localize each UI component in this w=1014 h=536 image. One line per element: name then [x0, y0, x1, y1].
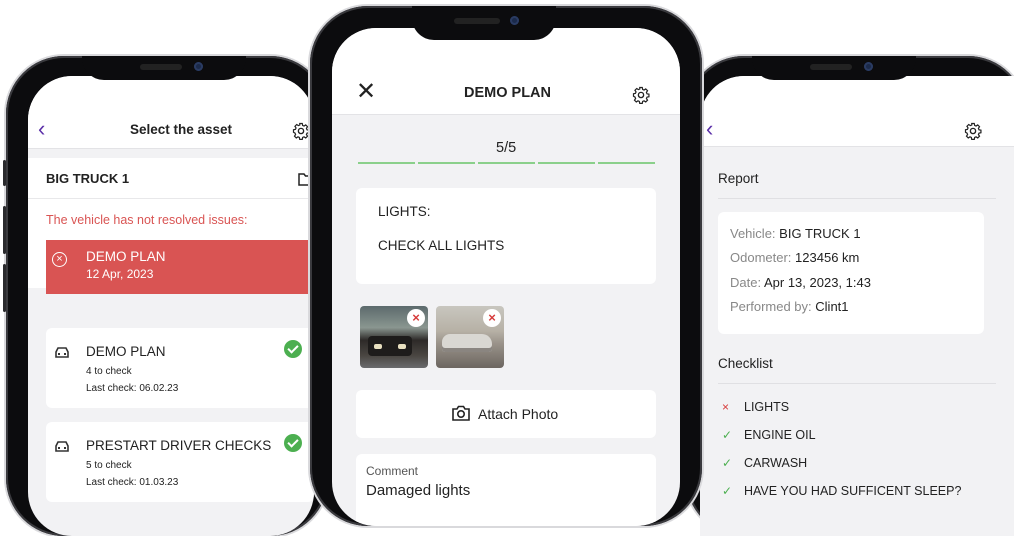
progress-segment	[478, 162, 535, 164]
asset-name: BIG TRUCK 1	[46, 171, 130, 186]
middle-screen: ✕ DEMO PLAN 5/5 LIGHTS: CHECK ALL LIGHTS…	[332, 28, 680, 526]
notch	[412, 6, 556, 40]
date-label: Date:	[730, 275, 762, 290]
speaker	[140, 64, 182, 70]
car-icon	[55, 441, 69, 452]
remove-photo-icon[interactable]: ×	[483, 309, 501, 327]
checklist-item: LIGHTS	[744, 400, 790, 414]
check-circle-icon	[284, 340, 302, 358]
attach-photo-button[interactable]: Attach Photo	[356, 390, 656, 438]
volume-up-button	[3, 206, 6, 254]
vehicle-row: Vehicle: BIG TRUCK 1	[730, 226, 861, 241]
check-circle-icon	[284, 434, 302, 452]
checklist-item: ENGINE OIL	[744, 428, 816, 442]
middle-phone: ✕ DEMO PLAN 5/5 LIGHTS: CHECK ALL LIGHTS…	[310, 6, 702, 526]
progress-segment	[598, 162, 655, 164]
plan-title: PRESTART DRIVER CHECKS	[86, 438, 272, 453]
error-circle-icon: ×	[52, 252, 67, 267]
report-title: Report	[718, 171, 759, 186]
plan-title: DEMO PLAN	[464, 85, 551, 101]
issue-card[interactable]: × DEMO PLAN 12 Apr, 2023	[46, 240, 314, 294]
left-phone: ‹ Select the asset BIG TRUCK 1 The vehic…	[3, 56, 328, 536]
headlight	[398, 344, 406, 349]
report-card: Vehicle: BIG TRUCK 1 Odometer: 123456 km…	[718, 212, 984, 334]
camera-icon	[452, 405, 470, 421]
plan-count: 4 to check	[86, 366, 132, 377]
progress-segment	[358, 162, 415, 164]
asset-header: ‹ Select the asset	[28, 76, 314, 149]
plan-count: 5 to check	[86, 460, 132, 471]
close-icon[interactable]: ✕	[356, 80, 376, 104]
progress-segment	[418, 162, 475, 164]
headlight	[374, 344, 382, 349]
divider	[718, 198, 996, 199]
camera-lens	[864, 62, 873, 71]
remove-photo-icon[interactable]: ×	[407, 309, 425, 327]
speaker	[454, 18, 500, 24]
report-header: ‹	[700, 76, 1014, 147]
gear-icon[interactable]	[292, 122, 310, 140]
comment-value: Damaged lights	[366, 482, 471, 499]
checklist-item: CARWASH	[744, 456, 808, 470]
notch	[752, 56, 916, 80]
question-text: CHECK ALL LIGHTS	[378, 238, 505, 253]
back-chevron-icon[interactable]: ‹	[706, 116, 713, 142]
camera-lens	[194, 62, 203, 71]
back-chevron-icon[interactable]: ‹	[38, 116, 45, 142]
checklist-item: HAVE YOU HAD SUFFICENT SLEEP?	[744, 484, 962, 498]
question-title: LIGHTS:	[378, 204, 431, 219]
odometer-value: 123456 km	[795, 250, 860, 265]
divider	[718, 383, 996, 384]
issues-label: The vehicle has not resolved issues:	[46, 213, 248, 227]
right-screen: ‹ Report Vehicle: BIG TRUCK 1 Odometer: …	[700, 76, 1014, 536]
asset-panel: BIG TRUCK 1 The vehicle has not resolved…	[28, 158, 314, 294]
header-title: Select the asset	[130, 122, 233, 137]
volume-down-button	[3, 264, 6, 312]
left-screen: ‹ Select the asset BIG TRUCK 1 The vehic…	[28, 76, 314, 536]
performed-value: Clint1	[815, 299, 849, 314]
odometer-row: Odometer: 123456 km	[730, 250, 859, 265]
car-shape	[442, 334, 492, 352]
comment-label: Comment	[366, 464, 419, 478]
pass-mark-icon: ✓	[722, 484, 733, 498]
issue-title: DEMO PLAN	[86, 249, 166, 264]
performed-label: Performed by:	[730, 299, 812, 314]
mute-switch	[3, 160, 6, 186]
plan-card[interactable]: DEMO PLAN 4 to check Last check: 06.02.2…	[46, 328, 314, 408]
progress-segment	[538, 162, 595, 164]
question-card: LIGHTS: CHECK ALL LIGHTS	[356, 188, 656, 284]
comment-field[interactable]: Comment Damaged lights	[356, 454, 656, 526]
plan-title: DEMO PLAN	[86, 344, 166, 359]
date-row: Date: Apr 13, 2023, 1:43	[730, 275, 871, 290]
notch	[82, 56, 246, 80]
vehicle-label: Vehicle:	[730, 226, 776, 241]
right-phone: ‹ Report Vehicle: BIG TRUCK 1 Odometer: …	[686, 56, 1014, 536]
divider	[28, 198, 314, 199]
pass-mark-icon: ✓	[722, 456, 733, 470]
plan-last-check: Last check: 01.03.23	[86, 477, 179, 488]
issue-date: 12 Apr, 2023	[86, 267, 154, 281]
photo-thumbnail[interactable]: ×	[436, 306, 504, 368]
fail-mark-icon: ×	[722, 400, 730, 414]
photo-thumbnail[interactable]: ×	[360, 306, 428, 368]
progress-label: 5/5	[496, 140, 517, 156]
camera-lens	[510, 16, 519, 25]
vehicle-value: BIG TRUCK 1	[779, 226, 861, 241]
speaker	[810, 64, 852, 70]
performed-row: Performed by: Clint1	[730, 299, 849, 314]
car-icon	[55, 347, 69, 358]
gear-icon[interactable]	[632, 86, 650, 104]
odometer-label: Odometer:	[730, 250, 792, 265]
date-value: Apr 13, 2023, 1:43	[763, 275, 871, 290]
gear-icon[interactable]	[964, 122, 982, 140]
checklist-title: Checklist	[718, 356, 773, 371]
plan-last-check: Last check: 06.02.23	[86, 383, 179, 394]
pass-mark-icon: ✓	[722, 428, 733, 442]
attach-label: Attach Photo	[478, 406, 559, 422]
plan-header: ✕ DEMO PLAN	[332, 28, 680, 115]
plan-card[interactable]: PRESTART DRIVER CHECKS 5 to check Last c…	[46, 422, 314, 502]
